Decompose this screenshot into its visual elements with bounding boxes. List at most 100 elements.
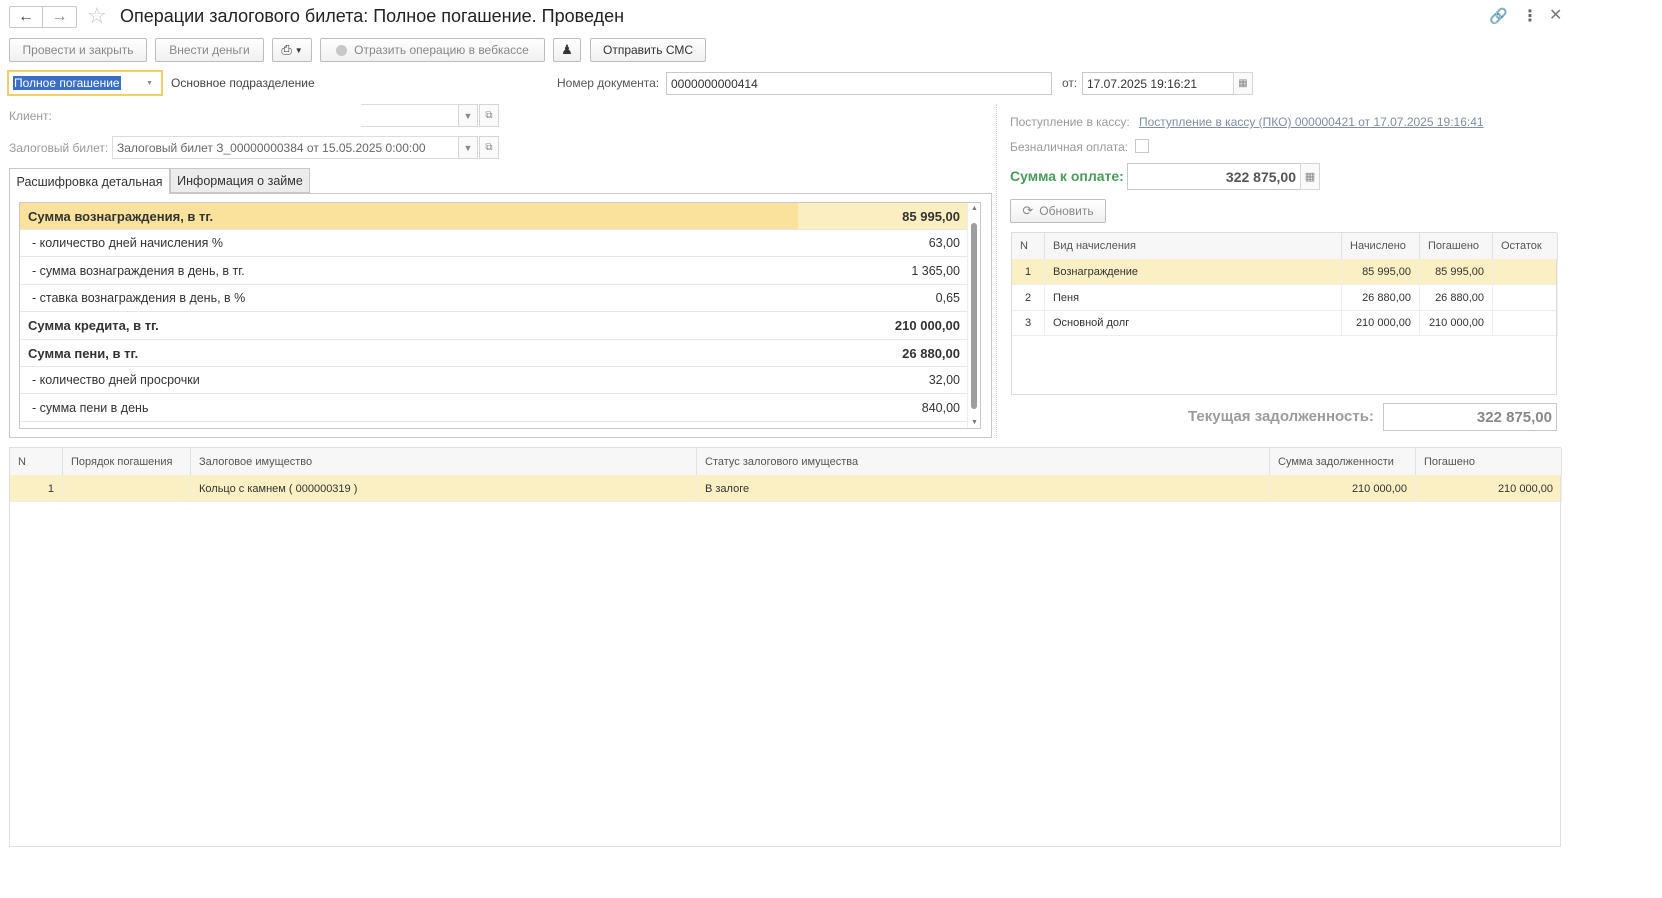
accruals-table[interactable]: N Вид начисления Начислено Погашено Остаток … — [1011, 232, 1558, 395]
detail-row[interactable]: Сумма пени, в тг. 26 880,00 — [20, 340, 968, 367]
detail-row[interactable]: - количество дней просрочки 32,00 — [20, 367, 968, 395]
detail-row-label: - ставка вознаграждения в день, в % — [32, 291, 246, 306]
chevron-down-icon: ▼ — [463, 142, 473, 153]
table-cell: 2 — [1012, 284, 1045, 311]
table-cell: 210 000,00 — [1270, 475, 1416, 502]
detail-row-label: - сумма вознаграждения в день, в тг. — [32, 263, 245, 278]
table-cell: 3 — [1012, 310, 1045, 336]
open-icon: ⧉ — [485, 110, 493, 121]
send-sms-label: Отправить СМС — [602, 43, 694, 57]
table-row[interactable]: 1 Вознаграждение 85 995,00 85 995,00 — [1012, 259, 1558, 285]
scroll-up-icon[interactable]: ▲ — [971, 205, 978, 212]
table-cell: 1 — [10, 475, 63, 502]
date-field[interactable]: 17.07.2025 19:16:21 — [1082, 72, 1234, 95]
deposit-button[interactable]: Внести деньги — [155, 38, 264, 62]
operation-type-value: Полное погашение — [13, 76, 121, 90]
table-cell — [1493, 284, 1558, 311]
detail-row-value: 26 880,00 — [902, 345, 960, 361]
detail-row-label: - сумма пени в день — [32, 400, 149, 415]
send-sms-button[interactable]: Отправить СМС — [590, 38, 706, 62]
ticket-field[interactable]: Залоговый билет З_00000000384 от 15.05.2… — [112, 136, 459, 159]
debt-field[interactable]: 322 875,00 — [1383, 403, 1557, 431]
detail-row[interactable]: Сумма вознаграждения, в тг. 85 995,00 — [20, 203, 968, 230]
detail-row[interactable]: - сумма вознаграждения в день, в тг. 1 36… — [20, 258, 968, 285]
user-action-button[interactable]: ♟ — [553, 38, 581, 62]
detail-row-label: Сумма вознаграждения, в тг. — [20, 203, 798, 229]
client-dropdown-button[interactable]: ▼ — [458, 104, 478, 127]
items-table[interactable]: N Порядок погашения Залоговое имущество Ста… — [9, 447, 1562, 847]
column-header[interactable]: Остаток — [1493, 233, 1558, 259]
cashless-label: Безналичная оплата: — [1010, 140, 1129, 154]
detail-row-label: Сумма кредита, в тг. — [28, 318, 159, 334]
scrollbar[interactable]: ▲ ▼ — [967, 203, 980, 428]
detail-table[interactable]: Сумма вознаграждения, в тг. 85 995,00 - к… — [19, 202, 981, 429]
column-header[interactable]: Погашено — [1416, 448, 1562, 475]
print-button[interactable]: ⎙ ▼ — [272, 38, 312, 62]
circle-icon — [336, 44, 348, 56]
table-cell: 210 000,00 — [1342, 310, 1420, 336]
detail-row-label: - количество дней просрочки — [32, 373, 200, 388]
column-header[interactable]: Порядок погашения — [63, 448, 191, 475]
column-header[interactable]: Вид начисления — [1045, 233, 1342, 259]
table-cell — [1493, 259, 1558, 285]
client-open-button[interactable]: ⧉ — [479, 104, 499, 127]
detail-row[interactable]: - ставка вознаграждения в день, в % 0,65 — [20, 285, 968, 313]
table-cell: 210 000,00 — [1420, 310, 1493, 336]
column-header[interactable]: N — [10, 448, 63, 475]
detail-row[interactable]: - сумма пени в день 840,00 — [20, 395, 968, 422]
chevron-down-icon: ▼ — [463, 110, 473, 121]
column-header[interactable]: Погашено — [1420, 233, 1493, 259]
column-header[interactable]: Сумма задолженности — [1270, 448, 1416, 475]
table-row[interactable]: 1 Кольцо с камнем ( 000000319 ) В залоге 21… — [10, 475, 1562, 502]
detail-row-value: 210 000,00 — [894, 318, 960, 334]
sum-value: 322 875,00 — [1225, 168, 1296, 185]
sum-label: Сумма к оплате: — [1010, 168, 1124, 184]
close-icon[interactable]: ✕ — [1549, 5, 1562, 25]
user-icon: ♟ — [561, 42, 573, 57]
cashless-checkbox[interactable] — [1135, 139, 1149, 153]
receipt-link[interactable]: Поступление в кассу (ПКО) 000000421 от 1… — [1139, 115, 1484, 129]
debt-value: 322 875,00 — [1476, 408, 1552, 426]
favorite-star-icon[interactable]: ☆ — [87, 3, 107, 29]
column-header[interactable]: Статус залогового имущества — [697, 448, 1270, 475]
table-cell: В залоге — [697, 475, 1270, 502]
table-cell: Кольцо с камнем ( 000000319 ) — [191, 475, 697, 502]
open-icon: ⧉ — [485, 142, 493, 153]
table-row[interactable]: 2 Пеня 26 880,00 26 880,00 — [1012, 284, 1558, 311]
detail-row[interactable]: - количество дней начисления % 63,00 — [20, 230, 968, 258]
link-icon[interactable]: 🔗 — [1489, 7, 1508, 25]
detail-row-value: 63,00 — [928, 236, 960, 251]
tab-detail[interactable]: Расшифровка детальная — [9, 168, 170, 194]
printer-icon: ⎙ — [281, 42, 292, 57]
more-icon[interactable]: ⋮ — [1522, 6, 1538, 26]
tab-loan-info[interactable]: Информация о займе — [170, 168, 310, 193]
ticket-open-button[interactable]: ⧉ — [479, 136, 499, 159]
sum-field[interactable]: 322 875,00 — [1127, 163, 1301, 190]
client-field[interactable] — [361, 104, 459, 127]
detail-row-value: 32,00 — [928, 373, 960, 388]
calculator-button[interactable]: ▦ — [1300, 163, 1320, 190]
calendar-button[interactable]: ▦ — [1233, 72, 1253, 95]
ticket-dropdown-button[interactable]: ▼ — [458, 136, 478, 159]
post-and-close-label: Провести и закрыть — [22, 43, 134, 57]
column-header[interactable]: Залоговое имущество — [191, 448, 697, 475]
operation-type-select[interactable]: Полное погашение ▼ — [7, 70, 163, 96]
back-button[interactable]: ← — [9, 6, 43, 28]
table-cell — [63, 475, 191, 502]
table-cell: Пеня — [1045, 284, 1342, 311]
ticket-value: Залоговый билет З_00000000384 от 15.05.2… — [117, 140, 426, 155]
scroll-thumb[interactable] — [971, 223, 977, 409]
web-cash-button[interactable]: Отразить операцию в вебкассе — [320, 38, 545, 62]
date-label: от: — [1062, 76, 1078, 90]
detail-row[interactable]: Сумма кредита, в тг. 210 000,00 — [20, 313, 968, 340]
post-and-close-button[interactable]: Провести и закрыть — [9, 38, 147, 62]
forward-button[interactable]: → — [43, 6, 77, 28]
table-row[interactable]: 3 Основной долг 210 000,00 210 000,00 — [1012, 310, 1558, 336]
column-header[interactable]: N — [1012, 233, 1045, 259]
table-cell: Вознаграждение — [1045, 259, 1342, 285]
doc-number-field[interactable]: 0000000000414 — [666, 72, 1052, 95]
panel-divider — [996, 104, 997, 438]
refresh-button[interactable]: ⟳ Обновить — [1010, 199, 1106, 223]
scroll-down-icon[interactable]: ▼ — [971, 419, 978, 426]
column-header[interactable]: Начислено — [1342, 233, 1420, 259]
